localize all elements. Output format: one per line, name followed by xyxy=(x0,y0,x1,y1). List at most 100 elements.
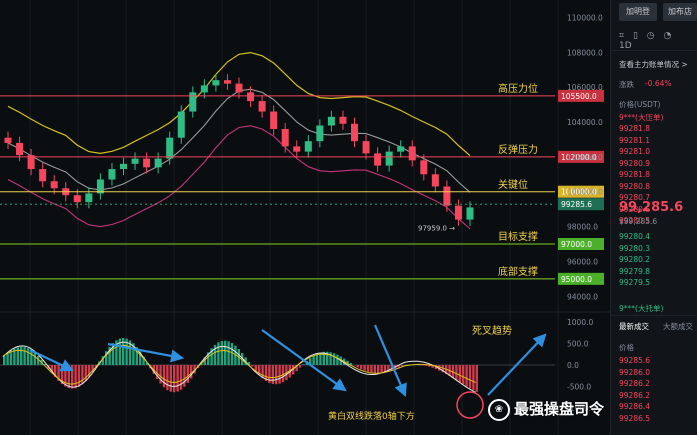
candle-body xyxy=(304,141,312,152)
main-force-link[interactable]: 查看主力账单情况 > xyxy=(619,59,688,70)
tab-latest-trades[interactable]: 最新成交 xyxy=(619,321,649,332)
below-zero-label: 黄白双线跌落0轴下方 xyxy=(328,412,415,422)
macd-histogram-bar xyxy=(377,365,380,374)
macd-histogram-bar xyxy=(458,365,461,383)
trade-price: 99285.6 xyxy=(619,356,651,365)
panel-button-2[interactable]: 加布店 xyxy=(663,3,697,21)
candle-body xyxy=(443,186,451,206)
right-panel: 加明登 加布店 ⌗ ▯ ◷ ◔ 1D 查看主力账单情况 > 涨跌 -0.64% … xyxy=(610,0,697,435)
macd-histogram-bar xyxy=(186,365,189,384)
macd-histogram-bar xyxy=(74,365,77,389)
low-price-marker: 97959.0 → xyxy=(418,224,455,232)
candle-body xyxy=(143,158,151,168)
candle-body xyxy=(339,116,347,124)
candle-body xyxy=(408,146,416,161)
macd-histogram-bar xyxy=(370,365,373,373)
macd-histogram-bar xyxy=(421,365,424,366)
candle-body xyxy=(316,125,324,142)
layout-icon[interactable]: ▯ xyxy=(633,31,638,41)
macd-histogram-bar xyxy=(363,365,366,371)
level-price-tag-text: 95000.0 xyxy=(561,275,592,284)
price-chart[interactable]: 105500.0 102000.0 100000.0 97000.0 95000.0 99… xyxy=(0,0,610,435)
trade-price: 99286.4 xyxy=(619,402,651,411)
candle-body xyxy=(454,205,462,220)
ask-price: 99281.8 xyxy=(619,124,651,133)
candle-body xyxy=(120,163,127,170)
chart-toolbar: ⌗ ▯ ◷ ◔ 1D xyxy=(619,31,697,51)
macd-histogram-bar xyxy=(6,352,9,365)
panel-button-1[interactable]: 加明登 xyxy=(619,3,657,21)
price-axis-label: 110000.0 xyxy=(567,13,603,22)
candle-body xyxy=(16,142,24,156)
macd-histogram-bar xyxy=(179,365,183,390)
macd-histogram-bar xyxy=(20,346,23,365)
candle-body xyxy=(351,123,358,142)
price-axis: 110000.0 108000.0 106000.0 104000.0 102000.0… xyxy=(567,13,603,301)
ask-price: 99281.0 xyxy=(619,147,651,156)
bid-price: 99280.2 xyxy=(619,255,651,264)
tab-large-trades[interactable]: 大额成交 xyxy=(663,321,693,332)
macd-histogram-bar xyxy=(360,365,363,370)
price-axis-label: 98000.0 xyxy=(567,223,598,232)
macd-histogram-bar xyxy=(366,365,370,372)
candle-body xyxy=(362,141,370,154)
candle-body xyxy=(154,158,162,168)
indicator-axis-label: 0.0 xyxy=(567,361,579,370)
macd-histogram-bar xyxy=(356,365,359,368)
candle-type-icon[interactable]: ⌗ xyxy=(619,31,624,41)
divider xyxy=(611,50,697,51)
candle-body xyxy=(293,146,301,152)
butterfly-icon: ❀ xyxy=(488,398,510,421)
candle-body xyxy=(420,160,428,175)
macd-histogram-bar xyxy=(217,342,220,365)
current-price-tag-text: 99285.6 xyxy=(561,200,592,209)
last-price: 99,285.6 xyxy=(619,200,684,215)
dead-cross-label: 死叉趋势 xyxy=(472,326,512,337)
macd-histogram-bar xyxy=(332,353,336,365)
price-axis-label: 104000.0 xyxy=(567,118,603,127)
ask-price: 99280.8 xyxy=(619,181,651,191)
indicator-icon[interactable]: ◔ xyxy=(664,31,672,41)
candle-body xyxy=(166,137,174,159)
price-axis-label: 102000.0 xyxy=(567,153,603,162)
macd-histogram-bar xyxy=(173,365,176,393)
bid-price: 99280.4 xyxy=(619,232,651,241)
macd-histogram-bar xyxy=(271,365,274,385)
macd-histogram-bar xyxy=(302,364,305,365)
macd-histogram-bar xyxy=(23,346,26,365)
candle-body xyxy=(73,195,81,203)
candle-body xyxy=(235,83,243,93)
bid-big-order-tag: 9***(大托单) xyxy=(619,304,664,313)
ask-price: 99280.9 xyxy=(619,158,651,168)
trade-price: 99286.2 xyxy=(619,379,651,388)
trades-price-header: 价格 xyxy=(619,343,634,352)
candle-body xyxy=(385,151,393,166)
macd-histogram-bar xyxy=(353,365,356,366)
trade-price: 99286.2 xyxy=(619,390,651,400)
macd-histogram-bar xyxy=(373,365,376,374)
candle-body xyxy=(374,153,382,166)
macd-histogram-bar xyxy=(465,365,468,387)
indicator-axis-label: -500.0 xyxy=(567,383,591,392)
macd-histogram-bar xyxy=(224,340,227,365)
candle-body xyxy=(466,207,474,220)
macd-histogram-bar xyxy=(336,354,339,365)
candle-body xyxy=(4,137,12,143)
macd-histogram-bar xyxy=(315,353,319,365)
candle-body xyxy=(258,101,266,112)
macd-histogram-bar xyxy=(220,340,223,365)
candle-body xyxy=(397,146,405,152)
bid-price: 99279.8 xyxy=(619,266,651,276)
level-price-tag-text: 97000.0 xyxy=(561,240,592,249)
ask-price: 99281.8 xyxy=(619,170,651,179)
macd-histogram-bar xyxy=(281,365,285,383)
candle-body xyxy=(108,169,116,180)
candle-body xyxy=(431,174,439,187)
macd-histogram-bar xyxy=(166,365,169,391)
candle-body xyxy=(247,92,255,102)
macd-histogram-bar xyxy=(462,365,465,385)
macd-histogram-bar xyxy=(380,365,383,373)
level-label: 底部支撑 xyxy=(498,266,538,278)
clock-icon[interactable]: ◷ xyxy=(647,31,655,41)
candle-body xyxy=(131,158,139,164)
